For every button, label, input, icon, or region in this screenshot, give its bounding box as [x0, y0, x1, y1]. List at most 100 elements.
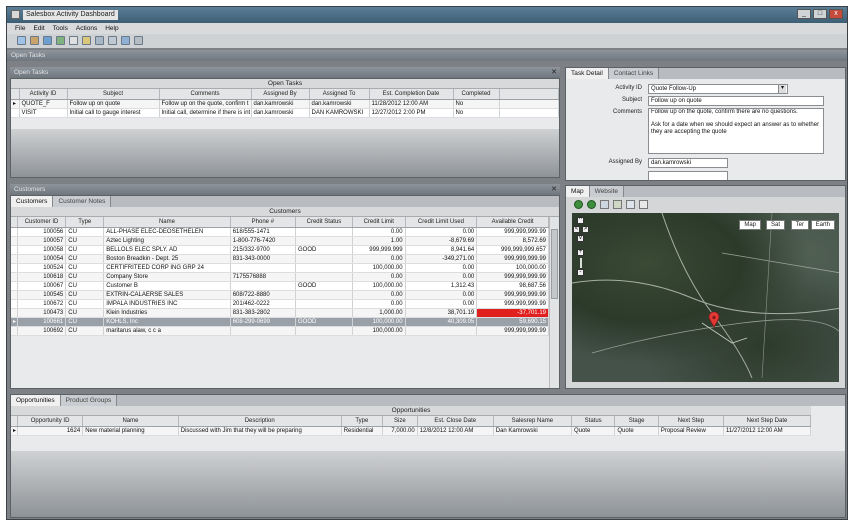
- print-icon[interactable]: [95, 36, 104, 45]
- menu-tools[interactable]: Tools: [53, 23, 68, 34]
- col-stage[interactable]: Stage: [614, 416, 659, 427]
- folder-icon[interactable]: [82, 36, 91, 45]
- map-type-map-button[interactable]: Map: [739, 220, 761, 230]
- location-marker-icon[interactable]: [708, 312, 720, 328]
- col-available-credit[interactable]: Available Credit: [476, 217, 549, 228]
- col-comments[interactable]: Comments: [159, 89, 252, 100]
- table-row[interactable]: ▸ QUOTE_F Follow up on quote Follow up o…: [11, 99, 559, 109]
- col-subject[interactable]: Subject: [67, 89, 160, 100]
- col-description[interactable]: Description: [178, 416, 342, 427]
- pan-down-icon[interactable]: v: [577, 235, 584, 242]
- menu-file[interactable]: File: [15, 23, 25, 34]
- col-status[interactable]: Status: [571, 416, 616, 427]
- tab-customer-notes[interactable]: Customer Notes: [53, 196, 112, 207]
- col-opp-name[interactable]: Name: [82, 416, 179, 427]
- col-next-step-date[interactable]: Next Step Date: [723, 416, 811, 427]
- task-detail-panel: Task Detail Contact Links Activity ID Qu…: [565, 67, 846, 181]
- open-icon[interactable]: [30, 36, 39, 45]
- refresh-icon[interactable]: [600, 200, 609, 209]
- table-row[interactable]: 100692 CU maritarus alaw, c c a 100,000.00 9…: [11, 326, 549, 336]
- col-phone[interactable]: Phone #: [230, 217, 297, 228]
- zoom-in-icon[interactable]: +: [577, 249, 584, 256]
- tab-map[interactable]: Map: [566, 186, 590, 197]
- col-assigned-by[interactable]: Assigned By: [251, 89, 310, 100]
- table-row[interactable]: 100056 CU ALL-PHASE ELEC-DEOSETHELEN 618/55…: [11, 227, 549, 237]
- table-row[interactable]: 100057 CU Aztec Lighting 1-800-776-7420 1.00…: [11, 236, 549, 246]
- col-est-completion[interactable]: Est. Completion Date: [369, 89, 454, 100]
- close-icon[interactable]: ✕: [551, 67, 557, 78]
- col-credit-limit[interactable]: Credit Limit: [352, 217, 406, 228]
- tab-website[interactable]: Website: [589, 186, 625, 197]
- col-name[interactable]: Name: [103, 217, 231, 228]
- col-customer-id[interactable]: Customer ID: [17, 217, 67, 228]
- col-completed[interactable]: Completed: [453, 89, 500, 100]
- map-type-earth-button[interactable]: Earth: [810, 220, 835, 230]
- open-tasks-panel: Open Tasks Activity ID Subject Comments …: [10, 78, 560, 178]
- edit-icon[interactable]: [69, 36, 78, 45]
- chevron-down-icon[interactable]: ▾: [778, 85, 786, 93]
- pan-left-icon[interactable]: <: [573, 226, 580, 233]
- calendar-icon[interactable]: [121, 36, 130, 45]
- pan-right-icon[interactable]: >: [582, 226, 589, 233]
- table-row[interactable]: 100672 CU IMPALA INDUSTRIES INC 201/462-022…: [11, 299, 549, 309]
- table-row[interactable]: 100545 CU EXTRIN-CALAERSE SALES 608/722-888…: [11, 290, 549, 300]
- table-row[interactable]: 100524 CU CERTIFRITEED CORP ING GRP 24 100,…: [11, 263, 549, 273]
- refresh-icon[interactable]: [56, 36, 65, 45]
- table-row[interactable]: ▸ 100661 CU KOHLS, Inc 608-299-0699 GOOD 100,0…: [11, 317, 549, 327]
- table-row[interactable]: VISIT Initial call to gauge interest Ini…: [11, 108, 559, 118]
- menu-actions[interactable]: Actions: [76, 23, 97, 34]
- map-type-sat-button[interactable]: Sat: [765, 220, 785, 230]
- tab-opportunities[interactable]: Opportunities: [11, 395, 61, 406]
- table-row[interactable]: 100473 CU Klein Industries 831-383-2802 1,00…: [11, 308, 549, 318]
- zoom-out-icon[interactable]: -: [577, 269, 584, 276]
- back-icon[interactable]: [574, 200, 583, 209]
- table-row[interactable]: 100067 CU Customer B GOOD 100,000.00 1,312.43…: [11, 281, 549, 291]
- col-salesrep[interactable]: Salesrep Name: [493, 416, 572, 427]
- subject-field[interactable]: Follow up on quote: [648, 96, 824, 106]
- map-type-ter-button[interactable]: Ter: [790, 220, 809, 230]
- forward-icon[interactable]: [587, 200, 596, 209]
- col-next-step[interactable]: Next Step: [658, 416, 725, 427]
- tab-product-groups[interactable]: Product Groups: [60, 395, 118, 406]
- pan-up-icon[interactable]: ^: [577, 217, 584, 224]
- activity-id-select[interactable]: Quote Follow-Up ▾: [648, 84, 788, 94]
- assigned-to-field[interactable]: [648, 171, 728, 180]
- table-row[interactable]: 100618 CU Company Store 7175576888 0.00 0.00 9…: [11, 272, 549, 282]
- maximize-button[interactable]: □: [813, 9, 827, 19]
- menu-help[interactable]: Help: [105, 23, 118, 34]
- settings-icon[interactable]: [134, 36, 143, 45]
- col-opportunity-id[interactable]: Opportunity ID: [17, 416, 84, 427]
- save-icon[interactable]: [43, 36, 52, 45]
- home-icon[interactable]: [613, 200, 622, 209]
- tab-contact-links[interactable]: Contact Links: [608, 68, 660, 79]
- new-icon[interactable]: [17, 36, 26, 45]
- customers-scrollbar[interactable]: [549, 217, 559, 388]
- col-opp-type[interactable]: Type: [341, 416, 383, 427]
- col-est-close[interactable]: Est. Close Date: [417, 416, 494, 427]
- table-row[interactable]: 100058 CU BELLOLS ELEC SPLY. AD 215/332-970…: [11, 245, 549, 255]
- toolbar: [7, 34, 847, 48]
- close-button[interactable]: x: [829, 9, 843, 19]
- col-activity-id[interactable]: Activity ID: [19, 89, 68, 100]
- assigned-by-label: Assigned By: [608, 159, 642, 165]
- scrollbar-thumb[interactable]: [551, 229, 558, 299]
- zoom-slider[interactable]: [580, 258, 582, 268]
- map-view[interactable]: Map Sat Ter Earth ^ < > v + -: [572, 213, 839, 382]
- copy-icon[interactable]: [108, 36, 117, 45]
- col-type[interactable]: Type: [65, 217, 105, 228]
- zoom-icon[interactable]: [639, 200, 648, 209]
- menu-edit[interactable]: Edit: [33, 23, 44, 34]
- close-icon[interactable]: ✕: [551, 184, 557, 195]
- table-row[interactable]: 100054 CU Boston Breadkin - Dept. 25 831-34…: [11, 254, 549, 264]
- assigned-by-field[interactable]: dan.kamrowski: [648, 158, 728, 168]
- comments-field[interactable]: Follow up on the quote, confirm there ar…: [648, 108, 824, 154]
- print-icon[interactable]: [626, 200, 635, 209]
- table-row[interactable]: ▸ 1624 New material planning Discussed w…: [11, 426, 811, 436]
- minimize-button[interactable]: _: [797, 9, 811, 19]
- tab-customers[interactable]: Customers: [11, 196, 54, 207]
- col-credit-status[interactable]: Credit Status: [295, 217, 353, 228]
- col-credit-limit-used[interactable]: Credit Limit Used: [405, 217, 478, 228]
- col-assigned-to[interactable]: Assigned To: [309, 89, 370, 100]
- tab-task-detail[interactable]: Task Detail: [566, 68, 609, 79]
- col-size[interactable]: Size: [382, 416, 418, 427]
